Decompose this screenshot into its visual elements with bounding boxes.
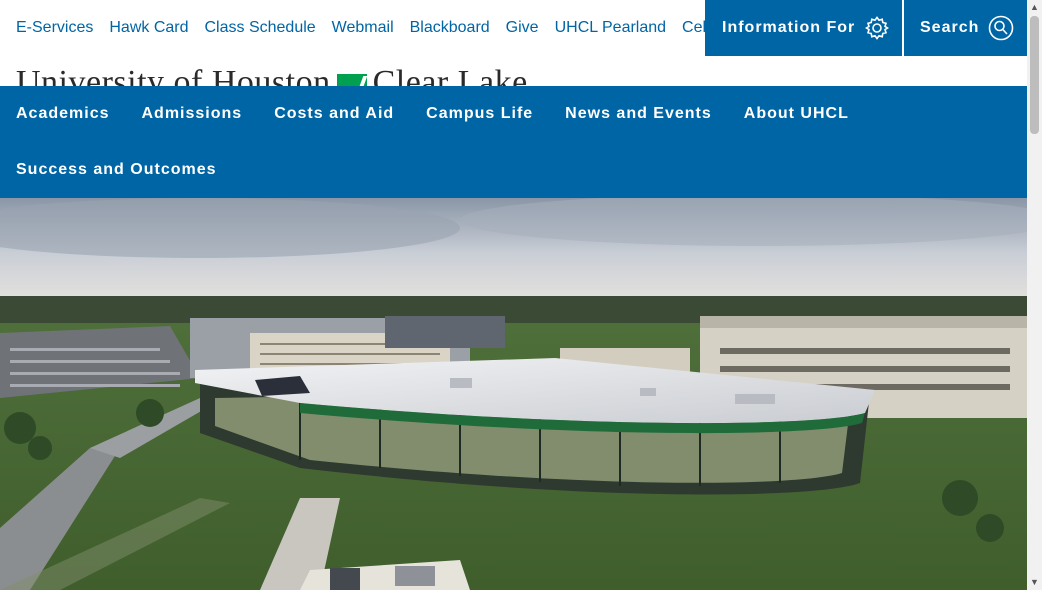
nav-news-and-events[interactable]: News and Events bbox=[565, 86, 712, 142]
search-label: Search bbox=[920, 19, 980, 36]
page-scrollbar[interactable]: ▲ ▼ bbox=[1027, 0, 1042, 590]
link-e-services[interactable]: E-Services bbox=[16, 19, 93, 37]
search-button[interactable]: Search bbox=[904, 0, 1027, 56]
link-uhcl-pearland[interactable]: UHCL Pearland bbox=[555, 19, 666, 37]
nav-academics[interactable]: Academics bbox=[16, 86, 110, 142]
gear-icon bbox=[864, 15, 890, 41]
hero-campus-image bbox=[0, 198, 1027, 590]
nav-campus-life[interactable]: Campus Life bbox=[426, 86, 533, 142]
utility-links: E-Services Hawk Card Class Schedule Webm… bbox=[16, 0, 706, 56]
nav-about-uhcl[interactable]: About UHCL bbox=[744, 86, 849, 142]
scrollbar-thumb[interactable] bbox=[1030, 16, 1039, 134]
link-webmail[interactable]: Webmail bbox=[332, 19, 394, 37]
search-icon bbox=[988, 15, 1014, 41]
scroll-up-arrow-icon[interactable]: ▲ bbox=[1027, 0, 1042, 15]
utility-bar: E-Services Hawk Card Class Schedule Webm… bbox=[0, 0, 1027, 56]
nav-costs-and-aid[interactable]: Costs and Aid bbox=[274, 86, 394, 142]
link-give[interactable]: Give bbox=[506, 19, 539, 37]
nav-success-and-outcomes[interactable]: Success and Outcomes bbox=[16, 142, 217, 198]
information-for-label: Information For bbox=[722, 19, 856, 36]
link-class-schedule[interactable]: Class Schedule bbox=[205, 19, 316, 37]
main-nav: Academics Admissions Costs and Aid Campu… bbox=[0, 86, 1027, 198]
link-hawk-card[interactable]: Hawk Card bbox=[109, 19, 188, 37]
link-cel-truncated[interactable]: Cel bbox=[682, 19, 706, 37]
link-blackboard[interactable]: Blackboard bbox=[410, 19, 490, 37]
information-for-button[interactable]: Information For bbox=[705, 0, 902, 56]
nav-admissions[interactable]: Admissions bbox=[142, 86, 243, 142]
scroll-down-arrow-icon[interactable]: ▼ bbox=[1027, 575, 1042, 590]
